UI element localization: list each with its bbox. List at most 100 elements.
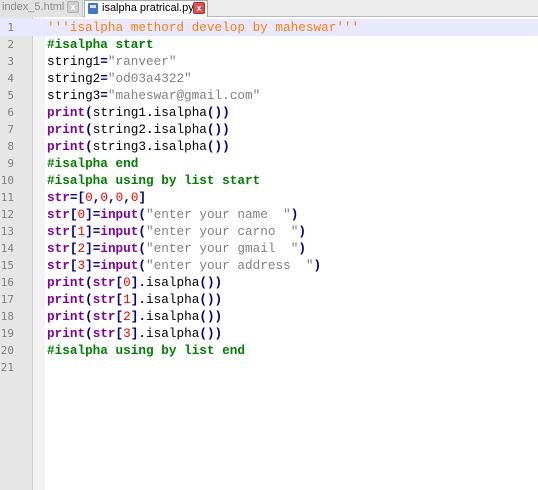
line-number: 3 (7, 55, 14, 68)
code-token: print (47, 326, 86, 341)
code-token: = (100, 71, 108, 86)
line-number: 2 (7, 38, 14, 51)
code-line[interactable]: 20 #isalpha using by list end (0, 342, 538, 359)
code-token: #isalpha using by list end (47, 343, 245, 358)
code-token: ]. (130, 292, 147, 307)
code-token: isalpha (146, 326, 200, 341)
code-token: = (100, 54, 108, 69)
line-number: 5 (7, 89, 14, 102)
code-token: string1 (92, 105, 146, 120)
code-token: string3 (47, 88, 101, 103)
code-line[interactable]: 3 string1="ranveer" (0, 53, 538, 70)
line-number: 16 (0, 276, 14, 289)
code-token: print (47, 139, 86, 154)
code-token: ()) (206, 105, 230, 120)
code-line[interactable]: 1 '''isalpha methord develop by maheswar'… (0, 19, 538, 36)
line-number: 6 (7, 106, 14, 119)
code-token: isalpha (146, 309, 200, 324)
line-number: 17 (0, 293, 14, 306)
code-token: ]= (85, 241, 101, 256)
code-text: str[0]=input("enter your name ") (47, 206, 298, 223)
code-token: isalpha (153, 105, 207, 120)
code-line[interactable]: 17 print(str[1].isalpha()) (0, 291, 538, 308)
code-token: ()) (206, 139, 230, 154)
code-text: str=[0,0,0,0] (47, 189, 146, 206)
code-line[interactable]: 21 (0, 359, 538, 376)
code-token: ) (298, 224, 306, 239)
code-line[interactable]: 5 string3="maheswar@gmail.com" (0, 87, 538, 104)
code-token: #isalpha using by list start (47, 173, 261, 188)
line-number: 4 (7, 72, 14, 85)
code-text: print(str[0].isalpha()) (47, 274, 222, 291)
code-token: ()) (199, 309, 223, 324)
code-line[interactable]: 16 print(str[0].isalpha()) (0, 274, 538, 291)
code-token: ( (85, 139, 93, 154)
code-token: ( (138, 224, 147, 239)
code-line[interactable]: 8 print(string3.isalpha()) (0, 138, 538, 155)
code-text: #isalpha using by list start (47, 172, 260, 189)
code-token: ()) (206, 122, 230, 137)
code-line[interactable]: 10 #isalpha using by list start (0, 172, 538, 189)
code-line[interactable]: 19 print(str[3].isalpha()) (0, 325, 538, 342)
code-token: ( (85, 105, 93, 120)
code-token: "od03a4322" (107, 71, 192, 86)
line-number: 1 (7, 21, 14, 34)
code-line[interactable]: 4 string2="od03a4322" (0, 70, 538, 87)
tab-bar: index_5.html x isalpha pratrical.py x (0, 0, 538, 17)
code-token: str (92, 309, 116, 324)
code-token: 1 (123, 292, 131, 307)
code-line[interactable]: 9 #isalpha end (0, 155, 538, 172)
close-tab-icon[interactable]: x (193, 2, 205, 14)
code-token: print (47, 105, 86, 120)
code-line[interactable]: 2 #isalpha start (0, 36, 538, 53)
code-text: str[3]=input("enter your address ") (47, 257, 321, 274)
code-token: , (123, 190, 131, 205)
code-token: 0 (100, 190, 108, 205)
code-line[interactable]: 7 print(string2.isalpha()) (0, 121, 538, 138)
code-editor[interactable]: 1 '''isalpha methord develop by maheswar'… (0, 19, 538, 376)
code-token: . (146, 139, 154, 154)
code-token: isalpha (146, 292, 200, 307)
code-token: ( (85, 309, 93, 324)
close-tab-icon[interactable]: x (67, 1, 79, 13)
tab-index-5-html[interactable]: index_5.html x (0, 0, 83, 17)
code-text: #isalpha start (47, 36, 154, 53)
code-token: str (47, 207, 70, 222)
line-number: 18 (0, 310, 14, 323)
code-token: . (146, 105, 154, 120)
code-line[interactable]: 11 str=[0,0,0,0] (0, 189, 538, 206)
line-number: 8 (7, 140, 14, 153)
code-line[interactable]: 6 print(string1.isalpha()) (0, 104, 538, 121)
code-token: print (47, 122, 86, 137)
code-token: = (100, 88, 108, 103)
code-text: print(str[3].isalpha()) (47, 325, 222, 342)
code-line[interactable]: 12 str[0]=input("enter your name ") (0, 206, 538, 223)
code-token: "maheswar@gmail.com" (107, 88, 261, 103)
code-line[interactable]: 13 str[1]=input("enter your carno ") (0, 223, 538, 240)
line-number: 9 (7, 157, 14, 170)
code-line[interactable]: 15 str[3]=input("enter your address ") (0, 257, 538, 274)
code-token: ) (313, 258, 322, 273)
code-token: 3 (77, 258, 86, 273)
code-token: input (100, 258, 139, 273)
line-number: 11 (0, 191, 14, 204)
code-text: print(string2.isalpha()) (47, 121, 230, 138)
code-token: "enter your address " (146, 258, 314, 273)
line-number: 21 (0, 361, 14, 374)
code-token: ]. (130, 326, 147, 341)
code-token: ( (138, 241, 147, 256)
line-number: 19 (0, 327, 14, 340)
code-token: input (100, 224, 139, 239)
code-text: str[2]=input("enter your gmail ") (47, 240, 306, 257)
code-token: str (47, 241, 70, 256)
code-token: string1 (47, 54, 101, 69)
code-line[interactable]: 18 print(str[2].isalpha()) (0, 308, 538, 325)
code-token: ()) (199, 292, 223, 307)
code-token: 0 (85, 190, 93, 205)
code-token: #isalpha start (47, 37, 154, 52)
code-token: ( (85, 326, 93, 341)
code-token: ( (85, 122, 93, 137)
code-line[interactable]: 14 str[2]=input("enter your gmail ") (0, 240, 538, 257)
tab-isalpha-pratrical-py[interactable]: isalpha pratrical.py x (84, 0, 208, 17)
line-number: 7 (7, 123, 14, 136)
